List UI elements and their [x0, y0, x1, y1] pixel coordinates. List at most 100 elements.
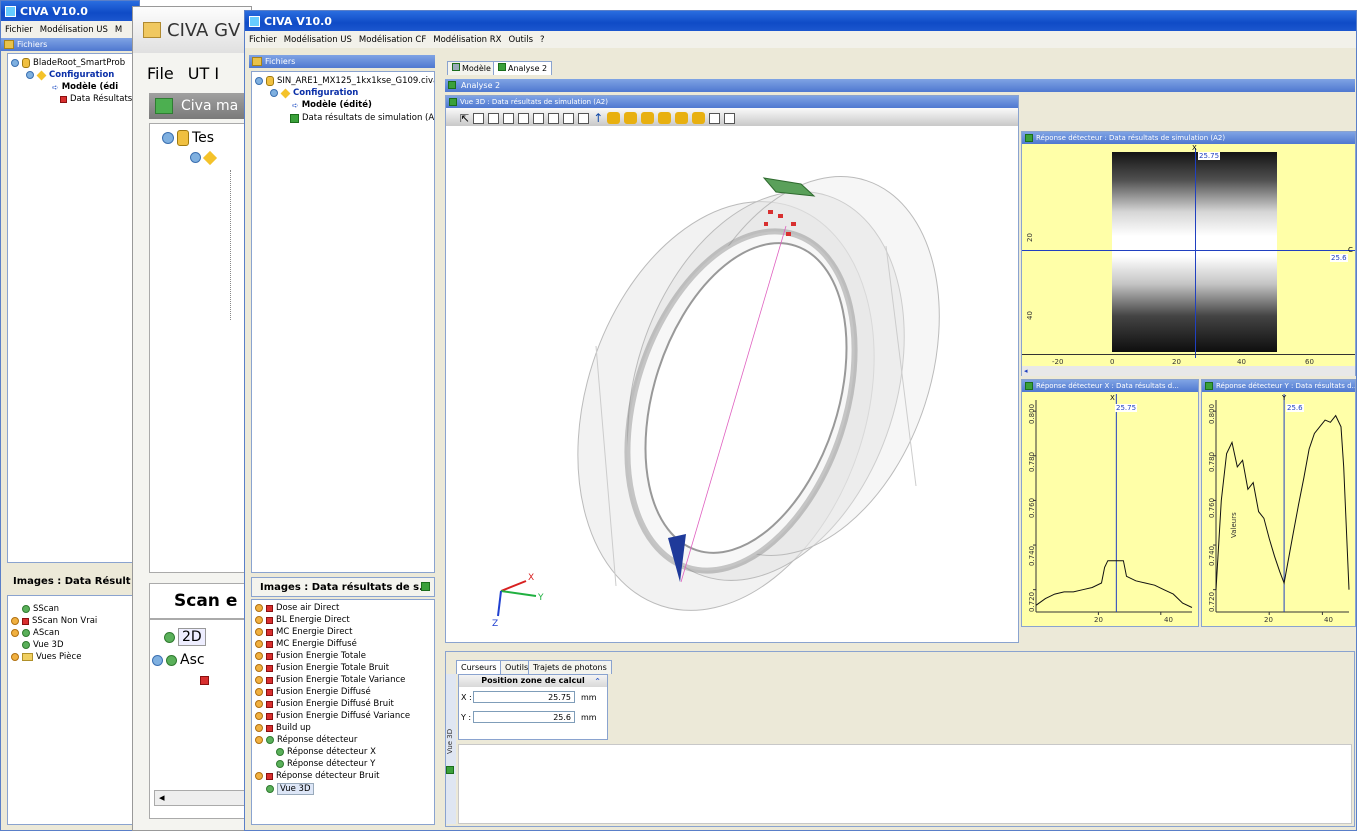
image-fusion-energie-totale-variance[interactable]: Fusion Energie Totale Variance: [255, 675, 405, 685]
view-cube-icon[interactable]: [548, 112, 560, 124]
view-cube-icon[interactable]: [563, 112, 575, 124]
expand-icon[interactable]: [255, 712, 263, 720]
detx-chart[interactable]: [1022, 392, 1198, 626]
expand-icon[interactable]: [11, 59, 19, 67]
view-cube-icon[interactable]: [709, 112, 721, 124]
gw-scrollbar[interactable]: ◂: [154, 790, 251, 806]
tree-data-results[interactable]: Data résultats de simulation (A2): [290, 113, 434, 123]
tab-trajets-photons[interactable]: Trajets de photons: [528, 660, 612, 674]
expand-icon[interactable]: [270, 89, 278, 97]
back-image-vues-piece[interactable]: Vues Pièce: [11, 652, 81, 662]
image-fusion-energie-diffuse[interactable]: Fusion Energie Diffusé: [255, 687, 371, 697]
back-menu-fichier[interactable]: Fichier: [5, 25, 33, 35]
view-cube-icon[interactable]: [578, 112, 590, 124]
image-build-up[interactable]: Build up: [255, 723, 311, 733]
expand-icon[interactable]: [11, 617, 19, 625]
rotate-icon[interactable]: [658, 112, 672, 124]
expand-icon[interactable]: [255, 736, 263, 744]
back-tree-data[interactable]: Data Résultats: [60, 94, 132, 104]
main-titlebar[interactable]: CIVA V10.0: [245, 11, 1356, 31]
expand-icon[interactable]: [255, 724, 263, 732]
tree-model[interactable]: ➪ Modèle (édité): [292, 100, 372, 110]
gw-tree-item[interactable]: Tes: [162, 130, 214, 146]
expand-icon[interactable]: [255, 676, 263, 684]
back-image-sscan-non-vrai[interactable]: SScan Non Vrai: [11, 616, 97, 626]
gw-list-2d[interactable]: 2D: [164, 628, 206, 646]
menu-fichier[interactable]: Fichier: [249, 35, 277, 45]
back-image-ascan[interactable]: AScan: [11, 628, 59, 638]
gw-menu-ut[interactable]: UT I: [188, 64, 219, 83]
view-cube-icon[interactable]: [518, 112, 530, 124]
back-tree-model[interactable]: ➪ Modèle (édi: [52, 82, 118, 92]
image-reponse-detecteur-x[interactable]: Réponse détecteur X: [276, 747, 376, 757]
image-reponse-detecteur-bruit[interactable]: Réponse détecteur Bruit: [255, 771, 380, 781]
rotate-icon[interactable]: [641, 112, 655, 124]
expand-icon[interactable]: [255, 700, 263, 708]
gw-list-sub[interactable]: [200, 676, 209, 685]
expand-icon[interactable]: [255, 640, 263, 648]
gw-titlebar[interactable]: CIVA GV: [133, 7, 251, 53]
expand-icon[interactable]: [255, 77, 263, 85]
expand-icon[interactable]: [255, 772, 263, 780]
rotate-icon[interactable]: [692, 112, 706, 124]
expand-icon[interactable]: [255, 688, 263, 696]
tab-analyse-2[interactable]: Analyse 2: [493, 61, 553, 75]
menu-modelisation-us[interactable]: Modélisation US: [284, 35, 352, 45]
collapse-icon[interactable]: ⌃: [594, 676, 601, 688]
expand-icon[interactable]: [255, 604, 263, 612]
expand-icon[interactable]: [255, 664, 263, 672]
tab-curseurs[interactable]: Curseurs: [456, 660, 502, 674]
image-fusion-energie-diffuse-bruit[interactable]: Fusion Energie Diffusé Bruit: [255, 699, 394, 709]
view-cube-icon[interactable]: [533, 112, 545, 124]
back-image-sscan[interactable]: SScan: [22, 604, 59, 614]
back-tree-root[interactable]: BladeRoot_SmartProb: [11, 58, 125, 68]
rotate-icon[interactable]: [675, 112, 689, 124]
image-mc-energie-diffuse[interactable]: MC Energie Diffusé: [255, 639, 357, 649]
y-input[interactable]: 25.6: [473, 711, 575, 723]
expand-icon[interactable]: [255, 652, 263, 660]
rotate-icon[interactable]: [607, 112, 621, 124]
expand-icon[interactable]: [255, 628, 263, 636]
rotate-icon[interactable]: [624, 112, 638, 124]
select-tool-icon[interactable]: ⇱: [460, 112, 469, 125]
image-vue-3d[interactable]: Vue 3D: [266, 783, 314, 795]
expand-icon[interactable]: [26, 71, 34, 79]
image-reponse-detecteur[interactable]: Réponse détecteur: [255, 735, 357, 745]
menu-help[interactable]: ?: [540, 35, 545, 45]
expand-icon[interactable]: [11, 653, 19, 661]
back-tree-config[interactable]: Configuration: [26, 70, 114, 80]
menu-modelisation-rx[interactable]: Modélisation RX: [433, 35, 501, 45]
back-image-vue3d[interactable]: Vue 3D: [22, 640, 64, 650]
x-input[interactable]: 25.75: [473, 691, 575, 703]
image-fusion-energie-totale[interactable]: Fusion Energie Totale: [255, 651, 366, 661]
back-menu-modelisation-us[interactable]: Modélisation US: [40, 25, 108, 35]
image-bl-energie-direct[interactable]: BL Energie Direct: [255, 615, 350, 625]
image-fusion-energie-totale-bruit[interactable]: Fusion Energie Totale Bruit: [255, 663, 389, 673]
gw-list-asc[interactable]: Asc: [152, 652, 205, 668]
expand-icon[interactable]: [152, 654, 163, 666]
image-reponse-detecteur-y[interactable]: Réponse détecteur Y: [276, 759, 375, 769]
back-titlebar[interactable]: CIVA V10.0: [1, 1, 139, 21]
tree-configuration[interactable]: Configuration: [270, 88, 358, 98]
tree-root-file[interactable]: SIN_ARE1_MX125_1kx1kse_G109.civa: [255, 76, 434, 86]
up-arrow-icon[interactable]: ↑: [593, 111, 603, 125]
expand-icon[interactable]: [190, 152, 201, 163]
menu-modelisation-cf[interactable]: Modélisation CF: [359, 35, 426, 45]
view3d-canvas[interactable]: X Y Z: [446, 126, 1018, 642]
gw-menu-file[interactable]: File: [147, 64, 174, 83]
expand-icon[interactable]: [162, 132, 174, 144]
image-mc-energie-direct[interactable]: MC Energie Direct: [255, 627, 352, 637]
expand-icon[interactable]: [11, 629, 19, 637]
menu-outils[interactable]: Outils: [508, 35, 533, 45]
view-cube-icon[interactable]: [488, 112, 500, 124]
expand-icon[interactable]: [255, 616, 263, 624]
fit-view-icon[interactable]: [473, 112, 485, 124]
tab-modele[interactable]: Modèle: [447, 61, 496, 75]
image-dose-air-direct[interactable]: Dose air Direct: [255, 603, 339, 613]
dety-chart[interactable]: [1202, 392, 1355, 626]
gw-tree-child[interactable]: [190, 150, 218, 165]
view-cube-icon[interactable]: [724, 112, 736, 124]
detector-scrollbar[interactable]: ◂: [1022, 366, 1355, 376]
image-fusion-energie-diffuse-variance[interactable]: Fusion Energie Diffusé Variance: [255, 711, 410, 721]
view-cube-icon[interactable]: [503, 112, 515, 124]
